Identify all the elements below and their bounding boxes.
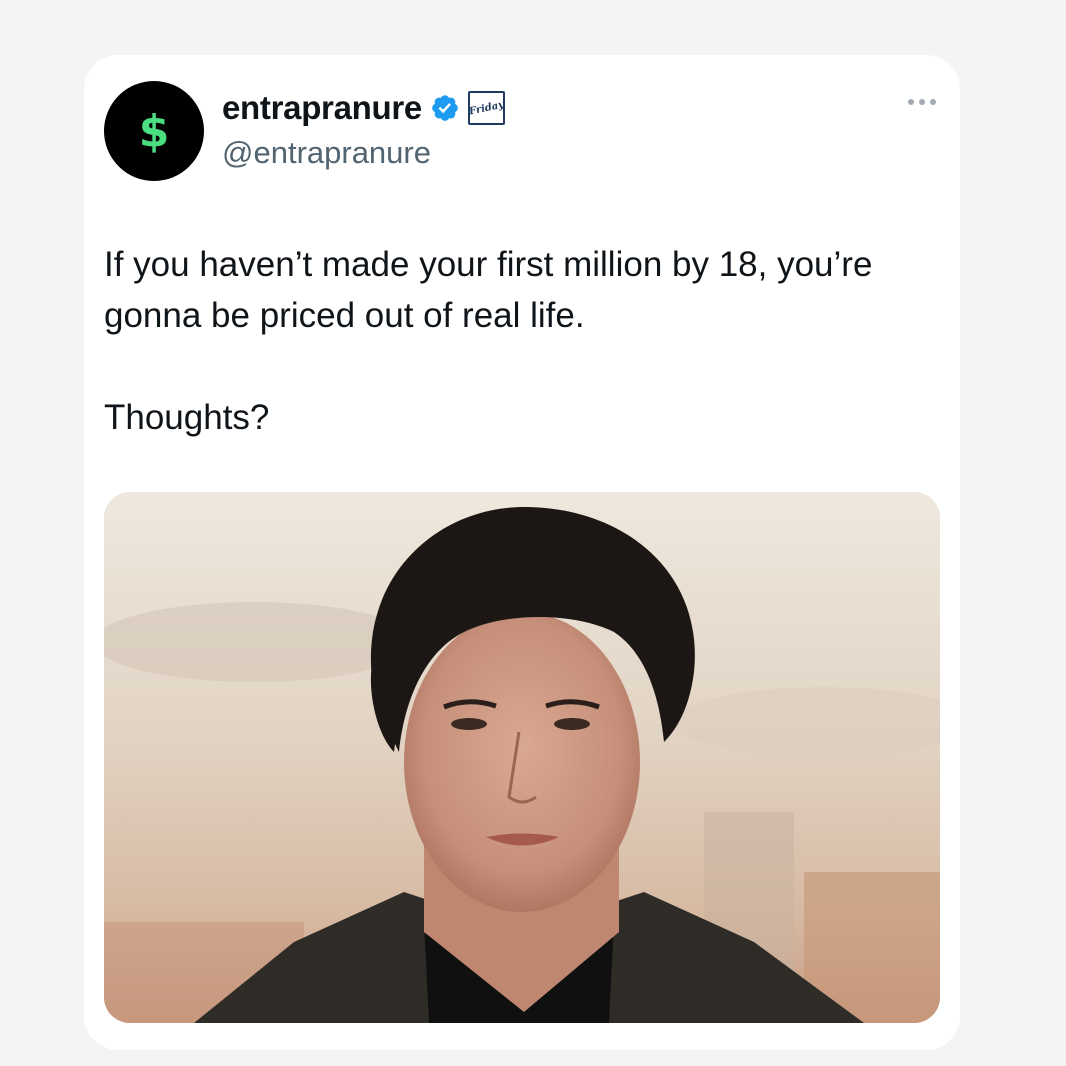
verified-badge-icon [432,95,458,121]
handle[interactable]: @entrapranure [222,135,431,171]
tweet-card[interactable]: $ entrapranure Friday @entrapranure If y… [84,55,960,1050]
more-options-button[interactable] [908,99,936,105]
more-dot-icon [919,99,925,105]
tweet-media-image[interactable] [104,492,940,1023]
more-dot-icon [908,99,914,105]
tweet-text: If you haven’t made your first million b… [104,245,873,437]
affiliate-badge[interactable]: Friday [467,91,505,125]
man-portrait-photo [104,492,940,1023]
avatar[interactable]: $ [104,81,204,181]
display-name[interactable]: entrapranure [222,89,422,127]
affiliate-badge-text: Friday [468,98,505,118]
author-name-row: entrapranure Friday [222,89,505,127]
avatar-dollar-symbol: $ [138,105,170,157]
more-dot-icon [930,99,936,105]
